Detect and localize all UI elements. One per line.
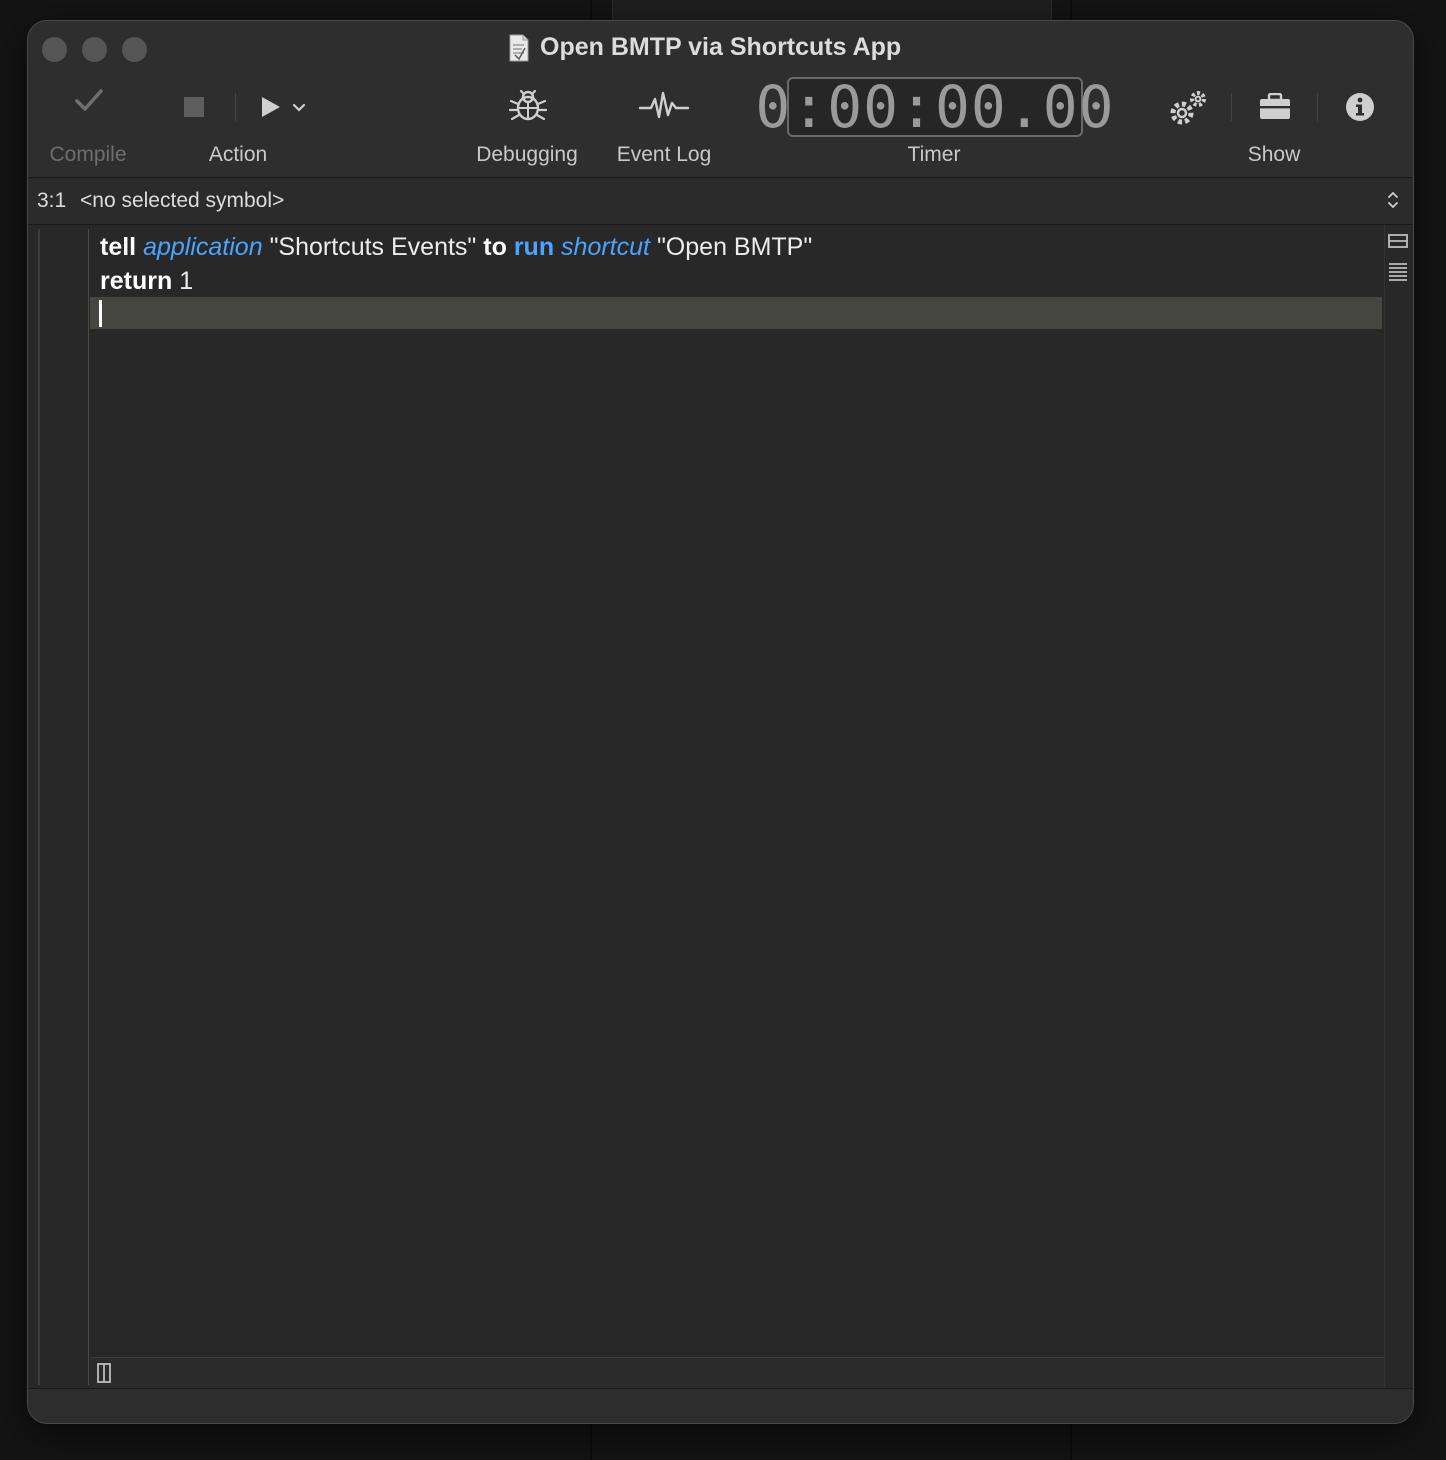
toolbar-separator (1231, 93, 1232, 121)
title-toolbar: Open BMTP via Shortcuts App Compile Acti… (28, 21, 1413, 178)
briefcase-icon[interactable] (1259, 92, 1291, 126)
result-pane-bar (28, 1388, 1413, 1423)
zoom-button[interactable] (122, 37, 147, 62)
chevron-down-icon[interactable] (292, 101, 306, 119)
show-label: Show (1247, 143, 1301, 166)
current-line-highlight (90, 297, 1382, 329)
timer-display: 0:00:00.00 (755, 77, 1114, 137)
keyword-return: return (100, 267, 173, 295)
lines-icon[interactable] (1387, 261, 1409, 288)
background-window-edge (612, 0, 1052, 20)
code-line-1: tell application "Shortcuts Events" to r… (100, 230, 812, 264)
timer-value: 0:00:00.00 (755, 73, 1115, 141)
view-controls (1384, 225, 1413, 1387)
symbol-popup[interactable]: <no selected symbol> (80, 189, 284, 213)
cursor-position: 3:1 (37, 189, 67, 212)
up-down-chevron-icon[interactable] (1387, 190, 1399, 210)
string-open-bmtp: "Open BMTP" (656, 233, 813, 261)
gear-icon[interactable] (1168, 89, 1210, 132)
keyword-to: to (483, 233, 507, 261)
toolbar-separator (235, 93, 236, 121)
compile-label: Compile (49, 143, 127, 166)
info-icon[interactable] (1345, 92, 1375, 127)
window-title: Open BMTP via Shortcuts App (508, 29, 901, 65)
term-shortcut: shortcut (561, 233, 650, 261)
bug-icon[interactable] (508, 87, 548, 130)
window-title-text: Open BMTP via Shortcuts App (540, 32, 902, 61)
gutter-border (38, 229, 40, 1385)
command-run: run (513, 233, 555, 261)
compile-checkmark-icon[interactable] (74, 87, 104, 118)
script-editor-window: Open BMTP via Shortcuts App Compile Acti… (27, 20, 1414, 1424)
debugging-label: Debugging (476, 143, 578, 166)
gutter-edge (88, 229, 89, 1385)
split-view-icon[interactable] (1387, 233, 1409, 254)
event-log-waveform-icon[interactable] (638, 91, 690, 126)
split-vertical-icon[interactable] (96, 1362, 112, 1389)
minimize-button[interactable] (82, 37, 107, 62)
toolbar-separator (1317, 93, 1318, 121)
keyword-tell: tell (100, 233, 137, 261)
event-log-label: Event Log (616, 143, 712, 166)
timer-label: Timer (907, 143, 961, 166)
close-button[interactable] (42, 37, 67, 62)
string-shortcuts-events: "Shortcuts Events" (269, 233, 477, 261)
stop-icon[interactable] (183, 96, 205, 123)
script-document-icon (508, 33, 529, 62)
script-editor[interactable]: tell application "Shortcuts Events" to r… (28, 225, 1413, 1388)
navigation-bar[interactable]: 3:1 <no selected symbol> (28, 178, 1413, 225)
text-caret (99, 300, 102, 327)
horizontal-scrollbar[interactable] (90, 1357, 1384, 1388)
action-label: Action (208, 143, 268, 166)
run-play-icon[interactable] (260, 95, 282, 124)
code-line-2: return 1 (100, 264, 193, 298)
number-literal: 1 (179, 267, 194, 295)
term-application: application (143, 233, 263, 261)
